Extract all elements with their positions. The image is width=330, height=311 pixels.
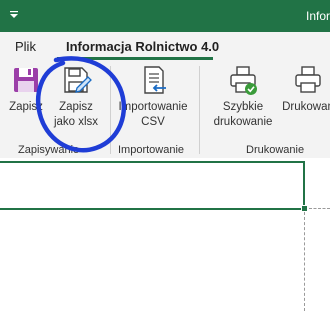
tab-file[interactable]: Plik [15, 39, 36, 54]
quick-print-label: Szybkie drukowanie [213, 101, 273, 128]
group-separator [110, 66, 111, 154]
save-as-xlsx-label: Zapisz jako xlsx [53, 101, 99, 128]
save-button-label: Zapisz [9, 101, 43, 113]
save-as-edit-icon [64, 67, 92, 93]
printer-icon [295, 66, 321, 93]
page-break-line [309, 208, 330, 209]
group-label-import: Importowanie [118, 144, 185, 156]
app-title: Infor [305, 9, 330, 23]
fill-handle[interactable] [301, 205, 308, 212]
title-bar: Infor [0, 0, 330, 32]
save-button[interactable]: Zapisz [6, 64, 46, 115]
print-label: Drukowan [282, 101, 330, 113]
group-separator [199, 66, 200, 154]
import-csv-label: Importowanie CSV [118, 101, 188, 128]
save-as-xlsx-button[interactable]: Zapisz jako xlsx [48, 64, 104, 130]
quick-print-icon [230, 66, 257, 95]
import-csv-button[interactable]: Importowanie CSV [113, 64, 193, 130]
group-label-printing: Drukowanie [246, 144, 305, 156]
page-break-line [304, 212, 305, 311]
cell-selection[interactable] [0, 161, 305, 210]
tab-informacja-rolnictwo[interactable]: Informacja Rolnictwo 4.0 [66, 39, 219, 54]
print-button[interactable]: Drukowan [278, 64, 330, 115]
import-csv-icon [144, 66, 166, 94]
save-icon [14, 68, 38, 92]
chevron-down-icon[interactable] [8, 9, 20, 21]
quick-print-button[interactable]: Szybkie drukowanie [206, 64, 280, 130]
group-label-saving: Zapisywanie [18, 144, 80, 156]
